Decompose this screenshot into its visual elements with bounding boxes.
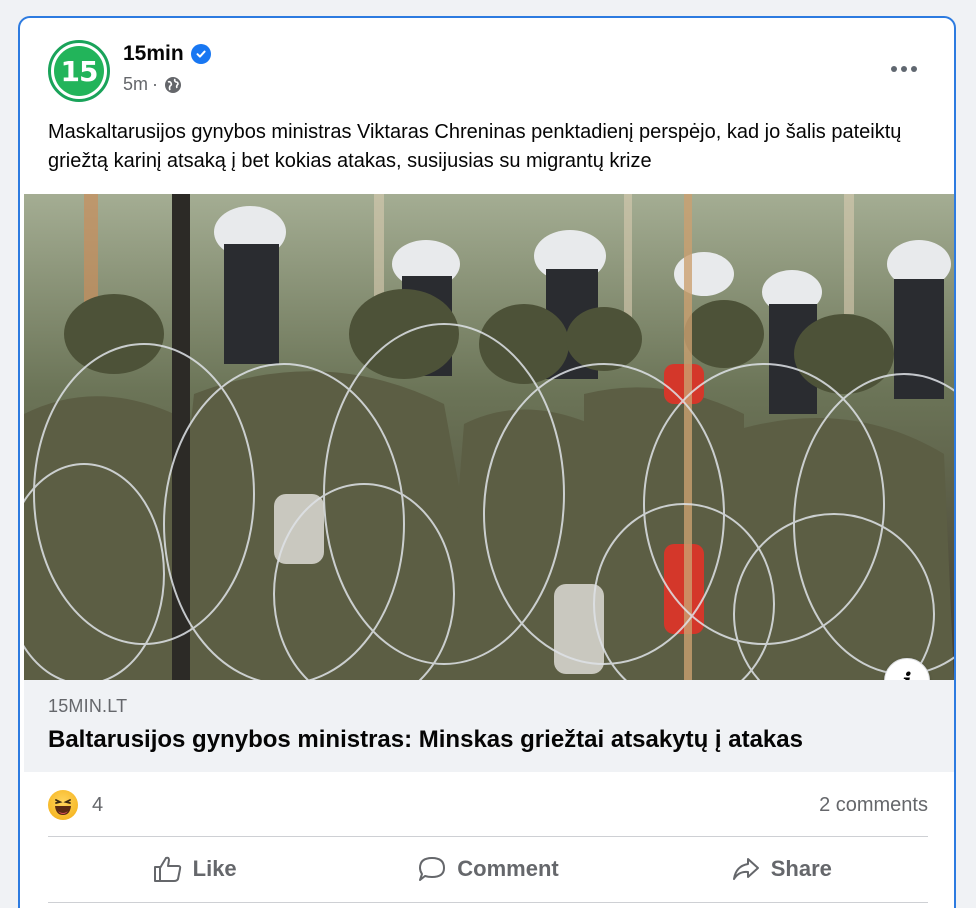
link-title[interactable]: Baltarusijos gynybos ministras: Minskas … (48, 726, 803, 754)
more-dot (891, 66, 897, 72)
more-dot (911, 66, 917, 72)
haha-emoji-icon[interactable] (48, 790, 78, 820)
share-button[interactable]: Share (635, 844, 928, 894)
comment-button[interactable]: Comment (341, 844, 634, 894)
divider (48, 902, 928, 903)
post-actions: Like Comment Share (48, 844, 928, 894)
more-dot (901, 66, 907, 72)
reactions-row: 4 2 comments (48, 788, 928, 822)
meta-separator: · (152, 74, 159, 94)
post-timestamp[interactable]: 5m (123, 74, 148, 95)
share-arrow-icon (732, 858, 759, 880)
comment-label: Comment (457, 856, 559, 881)
share-label: Share (770, 856, 832, 881)
more-options-icon[interactable] (884, 54, 924, 84)
reaction-count[interactable]: 4 (92, 794, 103, 817)
page-name-row: 15min (123, 42, 211, 66)
avatar-logo: 15 (54, 46, 104, 96)
link-preview[interactable]: 15MIN.LT Baltarusijos gynybos ministras:… (24, 680, 954, 772)
post-photo[interactable] (24, 194, 954, 680)
photo-illustration (24, 194, 954, 680)
post-header: 15 15min 5m · (20, 18, 954, 114)
verified-badge-icon (190, 44, 211, 64)
post-card: 15 15min 5m · Maskaltarusijos gynybos mi (18, 16, 956, 908)
like-button[interactable]: Like (48, 844, 341, 894)
like-thumb-icon (153, 856, 181, 882)
post-meta: 5m · (123, 74, 182, 95)
post-text: Maskaltarusijos gynybos ministras Viktar… (48, 121, 902, 172)
link-domain: 15MIN.LT (48, 696, 128, 716)
comments-count[interactable]: 2 comments (819, 794, 928, 817)
page-name[interactable]: 15min (123, 42, 184, 66)
globe-icon[interactable] (164, 76, 182, 94)
page-avatar[interactable]: 15 (48, 40, 110, 102)
comment-bubble-icon (419, 857, 446, 881)
divider (48, 836, 928, 837)
like-label: Like (192, 856, 237, 881)
